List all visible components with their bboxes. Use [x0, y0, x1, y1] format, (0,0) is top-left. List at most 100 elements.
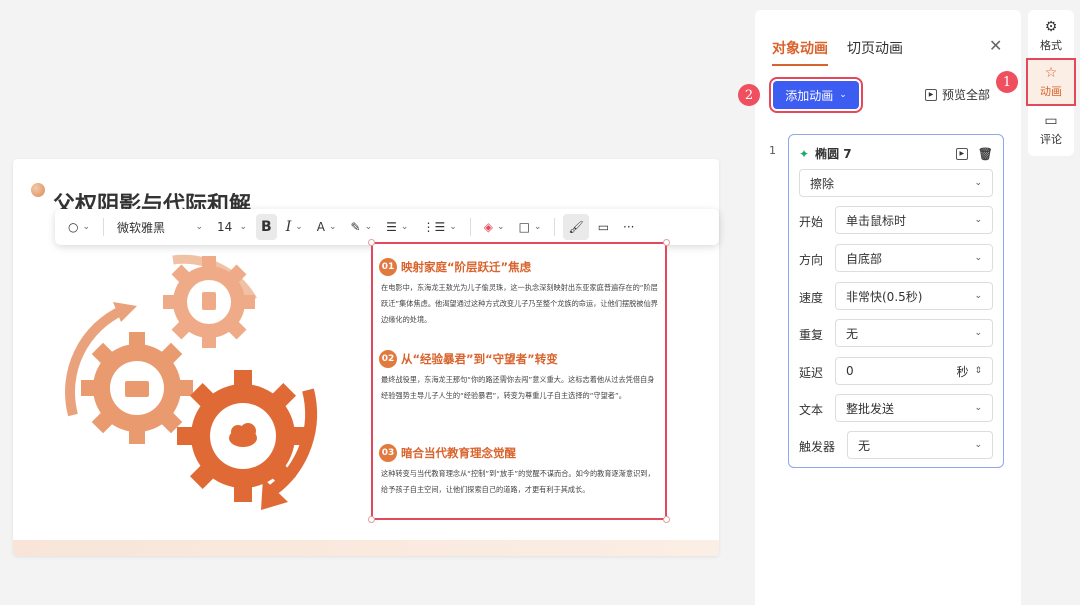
- repeat-value: 无: [846, 326, 859, 341]
- start-label: 开始: [799, 215, 824, 229]
- format-painter-button[interactable]: 🖌: [563, 214, 589, 240]
- speed-select[interactable]: 非常快(0.5秒) ⌄: [835, 282, 993, 310]
- section-2: 02 从“经验暴君”到“守望者”转变 最终战役里，东海龙王那句“你的路还需你去闯”…: [379, 350, 659, 404]
- more-button[interactable]: ···: [618, 214, 639, 240]
- animation-target-name: 椭圆 7: [815, 147, 852, 161]
- rail-comment[interactable]: ▭ 评论: [1028, 108, 1074, 152]
- gear-top: [163, 256, 255, 348]
- fill-color-button[interactable]: ◈ ⌄: [479, 214, 510, 240]
- delay-value: 0: [846, 364, 854, 378]
- section-number: 01: [379, 258, 397, 276]
- gears-illustration[interactable]: [13, 240, 353, 540]
- gear-left: [81, 332, 193, 444]
- slide-title[interactable]: 父权阴影与代际和解: [53, 193, 251, 209]
- chevron-down-icon: ⌄: [195, 222, 204, 232]
- rail-comment-label: 评论: [1040, 133, 1062, 146]
- circle-icon: ○: [68, 220, 79, 234]
- section-number: 03: [379, 444, 397, 462]
- trigger-label: 触发器: [799, 440, 836, 454]
- direction-select[interactable]: 自底部 ⌄: [835, 244, 993, 272]
- font-size-select[interactable]: 14 ⌄: [212, 214, 252, 240]
- section-body: 最终战役里，东海龙王那句“你的路还需你去闯”意义重大。这标志着他从过去凭借自身经…: [381, 375, 655, 400]
- list-button[interactable]: ⋮☰ ⌄: [417, 214, 461, 240]
- star-icon: ☆: [1044, 65, 1058, 81]
- gear-icon: ⚙: [1044, 19, 1058, 35]
- step-marker-1: 1: [996, 71, 1018, 93]
- comment-button[interactable]: ▭: [593, 214, 614, 240]
- border-button[interactable]: □ ⌄: [514, 214, 547, 240]
- shape-dropdown[interactable]: ○ ⌄: [63, 214, 95, 240]
- trash-icon[interactable]: 🗑: [978, 147, 993, 161]
- animation-item-header: ✦ 椭圆 7 ▶ 🗑: [799, 145, 993, 162]
- document-icon: [202, 292, 216, 310]
- preview-all-label: 预览全部: [942, 88, 991, 102]
- chevron-down-icon: ⌄: [839, 90, 847, 100]
- highlight-button[interactable]: ✎ ⌄: [346, 214, 378, 240]
- chevron-down-icon: ⌄: [974, 328, 982, 338]
- comment-icon: ▭: [1044, 113, 1058, 129]
- animation-star-icon: ✦: [799, 146, 810, 161]
- chevron-down-icon: ⌄: [974, 291, 982, 301]
- play-icon: ▶: [925, 88, 937, 101]
- section-body: 这种转变与当代教育理念从“控制”到“放手”的觉醒不谋而合。如今的教育逐渐意识到，…: [381, 469, 655, 494]
- text-value: 整批发送: [846, 401, 895, 416]
- trigger-value: 无: [858, 438, 871, 453]
- resize-handle[interactable]: [663, 239, 670, 246]
- chevron-down-icon: ⌄: [974, 440, 982, 450]
- text-select[interactable]: 整批发送 ⌄: [835, 394, 993, 422]
- align-button[interactable]: ☰ ⌄: [381, 214, 413, 240]
- rail-animation[interactable]: ☆ 动画: [1026, 58, 1076, 106]
- tab-page-transition[interactable]: 切页动画: [847, 38, 903, 58]
- section-1: 01 映射家庭“阶层跃迁”焦虑 在电影中，东海龙王敖光为儿子偷灵珠，这一执念深刻映…: [379, 258, 659, 328]
- resize-handle[interactable]: [663, 516, 670, 523]
- start-select[interactable]: 单击鼠标时 ⌄: [835, 206, 993, 234]
- font-family-value: 微软雅黑: [117, 220, 166, 235]
- animation-panel: 对象动画 切页动画 ✕ 2 添加动画 ⌄ ▶ 预览全部 1 ✦ 椭圆 7 ▶ 🗑…: [738, 10, 1021, 605]
- border-icon: □: [518, 220, 530, 234]
- tab-object-animation[interactable]: 对象动画: [772, 38, 828, 66]
- delay-stepper[interactable]: 0 秒 ⇕: [835, 357, 993, 385]
- animation-item-card[interactable]: ✦ 椭圆 7 ▶ 🗑 擦除 ⌄ 开始 单击鼠标时 ⌄ 方向 自底部 ⌄ 速度 非常快(…: [788, 134, 1004, 468]
- font-color-button[interactable]: A ⌄: [312, 214, 342, 240]
- section-number: 02: [379, 350, 397, 368]
- preview-all-button[interactable]: ▶ 预览全部: [925, 86, 990, 103]
- briefcase-icon: [125, 381, 149, 397]
- direction-label: 方向: [799, 253, 824, 267]
- selected-text-box[interactable]: 01 映射家庭“阶层跃迁”焦虑 在电影中，东海龙王敖光为儿子偷灵珠，这一执念深刻映…: [368, 239, 670, 523]
- comment-icon: ▭: [597, 220, 610, 234]
- direction-value: 自底部: [846, 251, 883, 266]
- add-animation-button[interactable]: 添加动画 ⌄: [769, 77, 863, 113]
- more-icon: ···: [623, 220, 635, 234]
- italic-button[interactable]: I ⌄: [281, 214, 308, 240]
- chevron-down-icon: ⌄: [82, 222, 91, 232]
- chevron-down-icon: ⌄: [974, 253, 982, 263]
- chevron-down-icon: ⌄: [974, 215, 982, 225]
- paint-bucket-icon: ◈: [483, 220, 494, 234]
- play-icon[interactable]: ▶: [955, 147, 968, 160]
- bold-button[interactable]: B: [256, 214, 277, 240]
- resize-handle[interactable]: [368, 239, 375, 246]
- trigger-select[interactable]: 无 ⌄: [847, 431, 993, 459]
- rail-format[interactable]: ⚙ 格式: [1028, 14, 1074, 58]
- chevron-down-icon: ⌄: [364, 222, 373, 232]
- section-title: 从“经验暴君”到“守望者”转变: [401, 352, 558, 366]
- speed-label: 速度: [799, 291, 824, 305]
- delay-unit: 秒: [956, 364, 969, 379]
- highlighter-icon: ✎: [350, 220, 361, 234]
- divider: [554, 218, 556, 236]
- repeat-select[interactable]: 无 ⌄: [835, 319, 993, 347]
- rail-animation-label: 动画: [1040, 85, 1062, 98]
- resize-handle[interactable]: [368, 516, 375, 523]
- font-family-select[interactable]: 微软雅黑 ⌄: [112, 214, 208, 240]
- effect-select[interactable]: 擦除 ⌄: [799, 169, 993, 197]
- repeat-label: 重复: [799, 328, 824, 342]
- chevron-down-icon: ⌄: [239, 222, 248, 232]
- chevron-down-icon: ⌄: [449, 222, 457, 232]
- chevron-down-icon: ⌄: [497, 222, 505, 232]
- stepper-arrows-icon[interactable]: ⇕: [974, 366, 982, 376]
- close-icon[interactable]: ✕: [989, 36, 1002, 55]
- animation-index: 1: [769, 144, 776, 157]
- chevron-down-icon: ⌄: [295, 222, 303, 232]
- section-title: 暗合当代教育理念觉醒: [401, 446, 516, 460]
- text-format-toolbar: ○ ⌄ 微软雅黑 ⌄ 14 ⌄ B I ⌄ A ⌄ ✎ ⌄ ☰ ⌄ ⋮☰ ⌄ ◈ ⌄ □ ⌄ 🖌 ▭…: [55, 209, 719, 245]
